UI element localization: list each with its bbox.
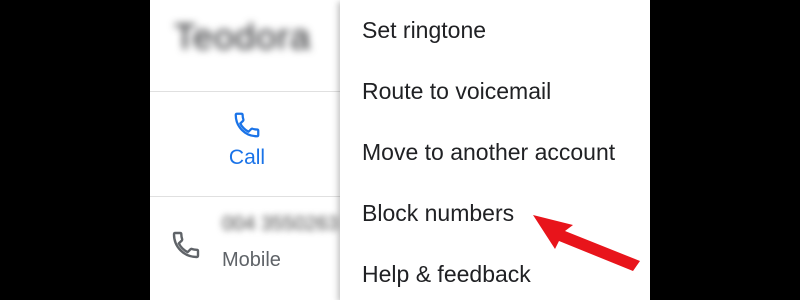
menu-item-set-ringtone[interactable]: Set ringtone: [340, 0, 650, 61]
contact-name: Teodora: [174, 16, 312, 57]
phone-number: 004 3550263: [222, 213, 339, 235]
phone-number-type: Mobile: [222, 249, 281, 271]
menu-item-move-to-another-account[interactable]: Move to another account: [340, 122, 650, 183]
call-label: Call: [228, 146, 266, 169]
menu-item-route-to-voicemail[interactable]: Route to voicemail: [340, 61, 650, 122]
call-button[interactable]: Call: [212, 110, 282, 182]
phone-icon: [234, 112, 260, 138]
phone-icon: [172, 231, 200, 259]
red-arrow-icon: [533, 215, 640, 271]
